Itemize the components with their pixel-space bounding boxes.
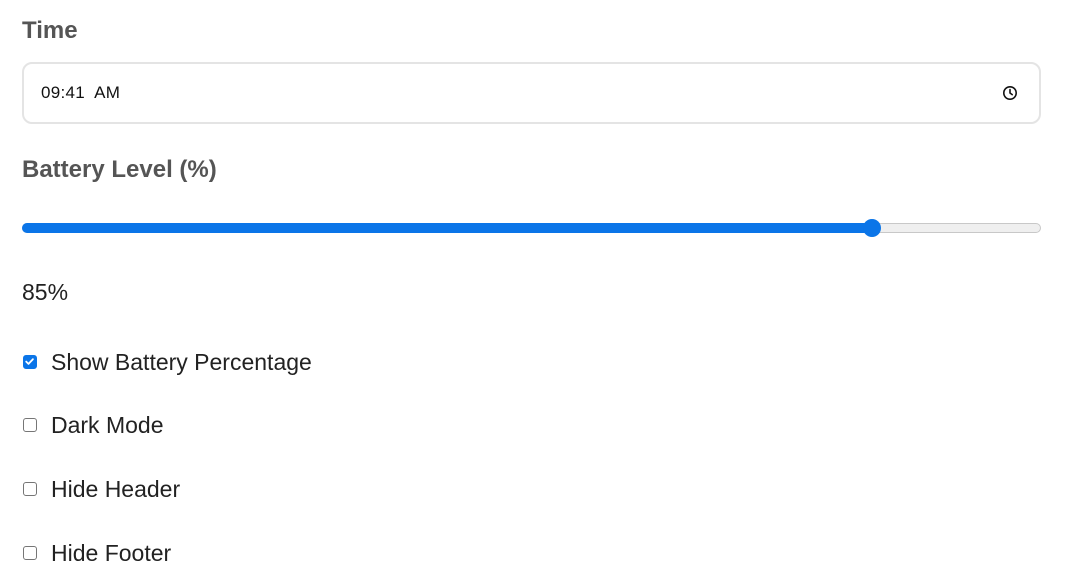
show-battery-percentage-label[interactable]: Show Battery Percentage [51, 347, 312, 377]
hide-footer-label[interactable]: Hide Footer [51, 538, 171, 568]
time-input[interactable]: 09:41 AM [22, 62, 1041, 124]
option-show-battery-percentage[interactable]: Show Battery Percentage [22, 347, 622, 377]
battery-level-value: 85% [22, 279, 69, 305]
option-dark-mode[interactable]: Dark Mode [22, 410, 622, 440]
show-battery-percentage-checkbox[interactable] [23, 355, 37, 369]
hide-footer-checkbox[interactable] [23, 546, 37, 560]
time-input-value[interactable]: 09:41 AM [41, 83, 120, 103]
dark-mode-label[interactable]: Dark Mode [51, 410, 163, 440]
battery-level-label: Battery Level (%) [22, 156, 217, 183]
checkmark-icon [25, 358, 34, 365]
hide-header-checkbox[interactable] [23, 482, 37, 496]
clock-icon[interactable] [1001, 84, 1019, 102]
hide-header-label[interactable]: Hide Header [51, 474, 180, 504]
time-label: Time [22, 17, 78, 44]
slider-thumb[interactable] [862, 219, 881, 237]
option-hide-footer[interactable]: Hide Footer [22, 538, 622, 568]
battery-level-slider[interactable] [22, 214, 1041, 242]
option-hide-header[interactable]: Hide Header [22, 474, 622, 504]
slider-fill [22, 223, 872, 233]
dark-mode-checkbox[interactable] [23, 418, 37, 432]
